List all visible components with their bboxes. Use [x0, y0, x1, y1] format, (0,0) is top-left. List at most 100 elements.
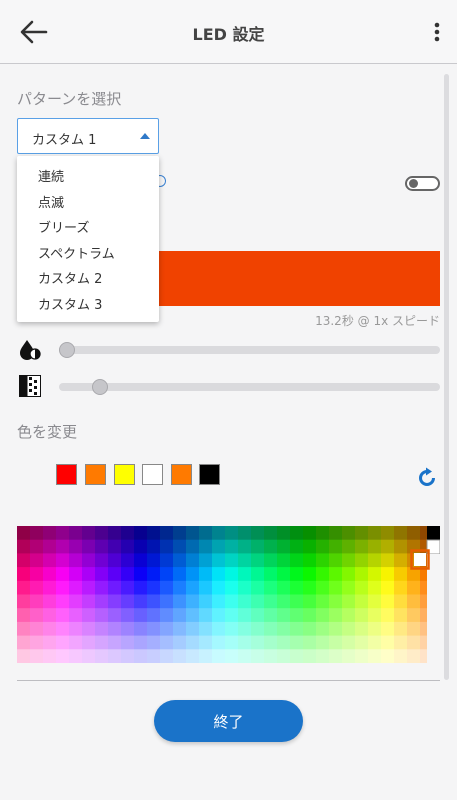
palette-cell[interactable]: [407, 539, 421, 554]
palette-cell[interactable]: [251, 526, 265, 541]
palette-cell[interactable]: [290, 526, 304, 541]
palette-cell[interactable]: [121, 580, 135, 595]
palette-cell[interactable]: [264, 567, 278, 582]
color-palette-grid[interactable]: [17, 526, 440, 663]
palette-cell[interactable]: [238, 621, 252, 637]
palette-cell[interactable]: [186, 553, 200, 568]
palette-cell[interactable]: [342, 580, 356, 595]
palette-cell[interactable]: [238, 635, 252, 650]
palette-cell[interactable]: [160, 621, 174, 637]
palette-cell[interactable]: [225, 649, 239, 663]
palette-cell[interactable]: [381, 621, 395, 637]
palette-cell[interactable]: [134, 649, 148, 663]
palette-cell[interactable]: [108, 526, 122, 541]
palette-cell[interactable]: [30, 580, 44, 595]
palette-cell[interactable]: [329, 526, 343, 541]
palette-cell[interactable]: [160, 526, 174, 541]
palette-cell[interactable]: [186, 567, 200, 582]
palette-cell[interactable]: [17, 580, 31, 595]
palette-cell-black[interactable]: [427, 526, 440, 540]
palette-cell[interactable]: [147, 567, 161, 582]
palette-cell[interactable]: [264, 621, 278, 637]
palette-cell[interactable]: [238, 567, 252, 582]
palette-cell[interactable]: [368, 526, 382, 541]
palette-cell[interactable]: [56, 580, 70, 595]
palette-cell[interactable]: [121, 567, 135, 582]
palette-cell[interactable]: [82, 594, 96, 609]
palette-cell[interactable]: [134, 539, 148, 554]
palette-cell[interactable]: [95, 649, 109, 663]
palette-cell[interactable]: [303, 539, 317, 554]
palette-cell[interactable]: [56, 539, 70, 554]
palette-cell[interactable]: [407, 580, 421, 595]
palette-cell[interactable]: [147, 608, 161, 623]
palette-cell[interactable]: [355, 621, 369, 637]
palette-cell[interactable]: [316, 608, 330, 623]
palette-cell[interactable]: [173, 580, 187, 595]
palette-cell[interactable]: [199, 608, 213, 623]
palette-cell[interactable]: [43, 635, 57, 650]
palette-cell[interactable]: [277, 608, 291, 623]
palette-cell[interactable]: [238, 608, 252, 623]
palette-cell[interactable]: [17, 649, 31, 663]
palette-cell[interactable]: [95, 580, 109, 595]
palette-cell[interactable]: [134, 594, 148, 609]
palette-cell[interactable]: [134, 621, 148, 637]
palette-cell[interactable]: [264, 553, 278, 568]
more-options-button[interactable]: [429, 18, 445, 46]
palette-cell[interactable]: [212, 608, 226, 623]
dropdown-item-custom-3[interactable]: カスタム 3: [38, 294, 102, 313]
palette-cell[interactable]: [251, 649, 265, 663]
palette-cell[interactable]: [368, 594, 382, 609]
palette-cell[interactable]: [290, 553, 304, 568]
palette-cell[interactable]: [329, 539, 343, 554]
palette-cell[interactable]: [56, 649, 70, 663]
palette-cell[interactable]: [186, 580, 200, 595]
palette-cell[interactable]: [30, 621, 44, 637]
palette-cell[interactable]: [186, 594, 200, 609]
palette-cell[interactable]: [82, 635, 96, 650]
palette-cell[interactable]: [225, 621, 239, 637]
palette-cell[interactable]: [121, 635, 135, 650]
palette-cell[interactable]: [121, 608, 135, 623]
palette-cell[interactable]: [238, 594, 252, 609]
palette-cell[interactable]: [186, 649, 200, 663]
palette-cell[interactable]: [342, 594, 356, 609]
palette-cell[interactable]: [264, 608, 278, 623]
color-swatch-red[interactable]: [56, 464, 77, 485]
palette-cell[interactable]: [225, 608, 239, 623]
palette-cell[interactable]: [238, 649, 252, 663]
palette-cell[interactable]: [160, 649, 174, 663]
palette-cell[interactable]: [368, 608, 382, 623]
palette-cell[interactable]: [225, 594, 239, 609]
palette-cell[interactable]: [342, 608, 356, 623]
palette-cell[interactable]: [43, 580, 57, 595]
palette-cell[interactable]: [329, 594, 343, 609]
palette-cell[interactable]: [368, 567, 382, 582]
palette-cell[interactable]: [43, 608, 57, 623]
palette-cell[interactable]: [212, 553, 226, 568]
palette-cell[interactable]: [394, 635, 408, 650]
palette-cell[interactable]: [329, 621, 343, 637]
palette-cell[interactable]: [82, 553, 96, 568]
palette-cell[interactable]: [108, 580, 122, 595]
palette-cell[interactable]: [316, 539, 330, 554]
palette-cell[interactable]: [108, 621, 122, 637]
palette-cell[interactable]: [121, 594, 135, 609]
palette-cell[interactable]: [251, 539, 265, 554]
palette-cell[interactable]: [290, 649, 304, 663]
palette-cell[interactable]: [212, 621, 226, 637]
palette-cell[interactable]: [316, 594, 330, 609]
palette-cell[interactable]: [329, 608, 343, 623]
palette-cell[interactable]: [225, 539, 239, 554]
palette-cell[interactable]: [238, 526, 252, 541]
scrollbar[interactable]: [444, 74, 449, 680]
palette-cell[interactable]: [173, 553, 187, 568]
palette-cell[interactable]: [95, 621, 109, 637]
palette-cell[interactable]: [303, 594, 317, 609]
palette-cell[interactable]: [355, 635, 369, 650]
palette-cell[interactable]: [199, 539, 213, 554]
dropdown-item-custom-2[interactable]: カスタム 2: [38, 268, 102, 287]
palette-cell[interactable]: [43, 594, 57, 609]
palette-cell[interactable]: [134, 635, 148, 650]
